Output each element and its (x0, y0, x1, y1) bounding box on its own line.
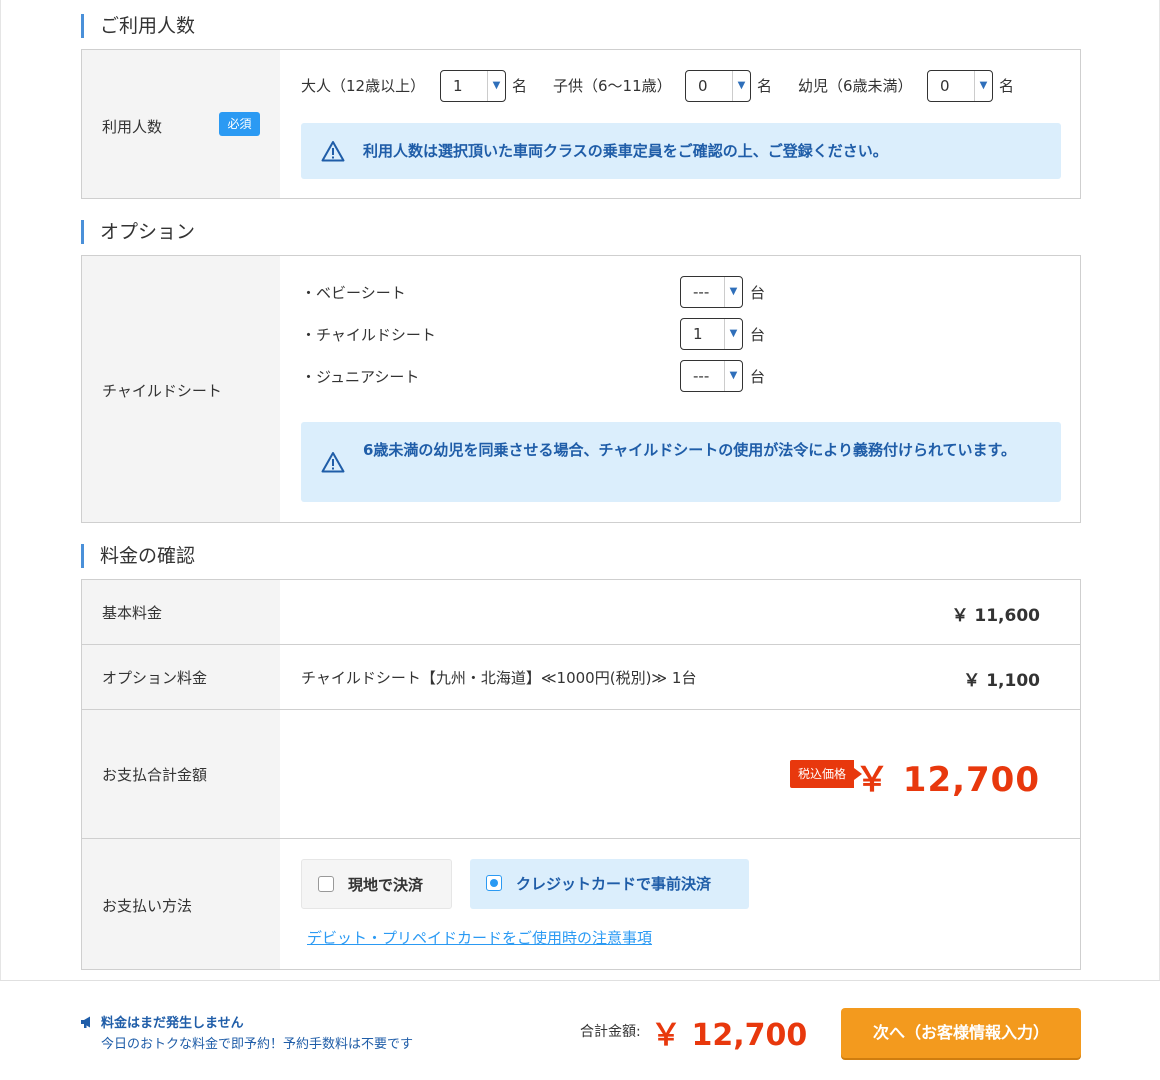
infant-label: 幼児（6歳未満） (798, 77, 913, 95)
footer-notice-subtext: 今日のおトクな料金で即予約！予約手数料は不要です (101, 1037, 414, 1052)
options-notice-text: 6歳未満の幼児を同乗させる場合、チャイルドシートの使用が法令により義務付けられて… (363, 441, 1017, 459)
junior-seat-value: --- (693, 367, 710, 385)
pay-credit-option[interactable]: クレジットカードで事前決済 (470, 859, 749, 909)
junior-seat-select[interactable]: --- ▼ (680, 360, 743, 392)
base-fee-label: 基本料金 (102, 604, 163, 622)
chevron-down-icon: ▼ (732, 71, 750, 101)
child-select[interactable]: 0 ▼ (685, 70, 751, 102)
option-item-name: ・チャイルドシート (301, 326, 436, 344)
child-label: 子供（6〜11歳） (553, 77, 672, 95)
chevron-down-icon: ▼ (724, 361, 742, 391)
adult-select-value: 1 (453, 77, 463, 95)
chevron-down-icon: ▼ (724, 319, 742, 349)
section-title-options: オプション (81, 220, 195, 244)
pay-credit-label: クレジットカードで事前決済 (516, 875, 712, 893)
option-fee-label: オプション料金 (102, 669, 208, 687)
people-label-col: 利用人数 必須 (82, 50, 280, 198)
child-seat-value: 1 (693, 325, 703, 343)
fees-box: 基本料金 ￥ 11,600 オプション料金 チャイルドシート【九州・北海道】≪1… (81, 579, 1081, 970)
warning-icon (321, 141, 345, 162)
childseat-label: チャイルドシート (102, 382, 222, 400)
section-title-people: ご利用人数 (81, 14, 195, 38)
infant-select[interactable]: 0 ▼ (927, 70, 993, 102)
option-fee-description: チャイルドシート【九州・北海道】≪1000円(税別)≫ 1台 (301, 669, 697, 687)
option-unit: 台 (750, 368, 766, 386)
adult-unit: 名 (512, 77, 528, 95)
footer-total-label: 合計金額: (580, 1024, 641, 1040)
option-unit: 台 (750, 284, 766, 302)
infant-select-value: 0 (940, 77, 950, 95)
footer-notice-title: 料金はまだ発生しません (101, 1016, 244, 1031)
pay-onsite-option[interactable]: 現地で決済 (301, 859, 452, 909)
tax-included-badge: 税込価格 (790, 760, 862, 788)
base-fee-price: ￥ 11,600 (951, 606, 1040, 626)
chevron-down-icon: ▼ (974, 71, 992, 101)
megaphone-icon (81, 1016, 90, 1028)
checkbox-icon (318, 876, 334, 892)
people-label: 利用人数 (102, 118, 163, 136)
options-box: チャイルドシート ・ベビーシート --- ▼ 台 ・チャイルドシート 1 ▼ 台… (81, 255, 1081, 523)
adult-label: 大人（12歳以上） (301, 77, 426, 95)
checkbox-checked-icon (486, 875, 502, 891)
baby-seat-value: --- (693, 283, 710, 301)
footer-total-price: ￥ 12,700 (651, 1018, 808, 1053)
required-badge: 必須 (219, 112, 260, 136)
total-price: ￥ 12,700 (854, 760, 1040, 800)
pay-onsite-label: 現地で決済 (348, 876, 424, 894)
total-label: お支払合計金額 (102, 766, 208, 784)
child-seat-select[interactable]: 1 ▼ (680, 318, 743, 350)
people-notice: 利用人数は選択頂いた車両クラスの乗車定員をご確認の上、ご登録ください。 (301, 123, 1061, 179)
option-unit: 台 (750, 326, 766, 344)
options-notice: 6歳未満の幼児を同乗させる場合、チャイルドシートの使用が法令により義務付けられて… (301, 422, 1061, 502)
baby-seat-select[interactable]: --- ▼ (680, 276, 743, 308)
adult-select[interactable]: 1 ▼ (440, 70, 506, 102)
chevron-down-icon: ▼ (724, 277, 742, 307)
chevron-down-icon: ▼ (487, 71, 505, 101)
row-divider (82, 644, 1080, 645)
debit-card-notes-link[interactable]: デビット・プリペイドカードをご使用時の注意事項 (307, 927, 652, 948)
people-notice-text: 利用人数は選択頂いた車両クラスの乗車定員をご確認の上、ご登録ください。 (363, 142, 888, 160)
options-label-col: チャイルドシート (82, 256, 280, 522)
child-select-value: 0 (698, 77, 708, 95)
footer-bar: 料金はまだ発生しません 今日のおトクな料金で即予約！予約手数料は不要です 合計金… (0, 980, 1160, 1080)
payment-row: お支払い方法 現地で決済 クレジットカードで事前決済 デビット・プリペイドカード… (82, 839, 1080, 969)
child-unit: 名 (757, 77, 773, 95)
people-box: 利用人数 必須 大人（12歳以上） 1 ▼ 名 子供（6〜11歳） 0 ▼ 名 … (81, 49, 1081, 199)
section-title-fees: 料金の確認 (81, 544, 195, 568)
payment-label: お支払い方法 (102, 897, 193, 915)
next-button[interactable]: 次へ（お客様情報入力） (841, 1008, 1081, 1058)
total-row: お支払合計金額 税込価格 ￥ 12,700 (82, 710, 1080, 839)
infant-unit: 名 (999, 77, 1015, 95)
option-item-name: ・ベビーシート (301, 284, 406, 302)
warning-icon (321, 452, 345, 473)
option-fee-price: ￥ 1,100 (963, 671, 1040, 691)
option-item-name: ・ジュニアシート (301, 368, 420, 386)
